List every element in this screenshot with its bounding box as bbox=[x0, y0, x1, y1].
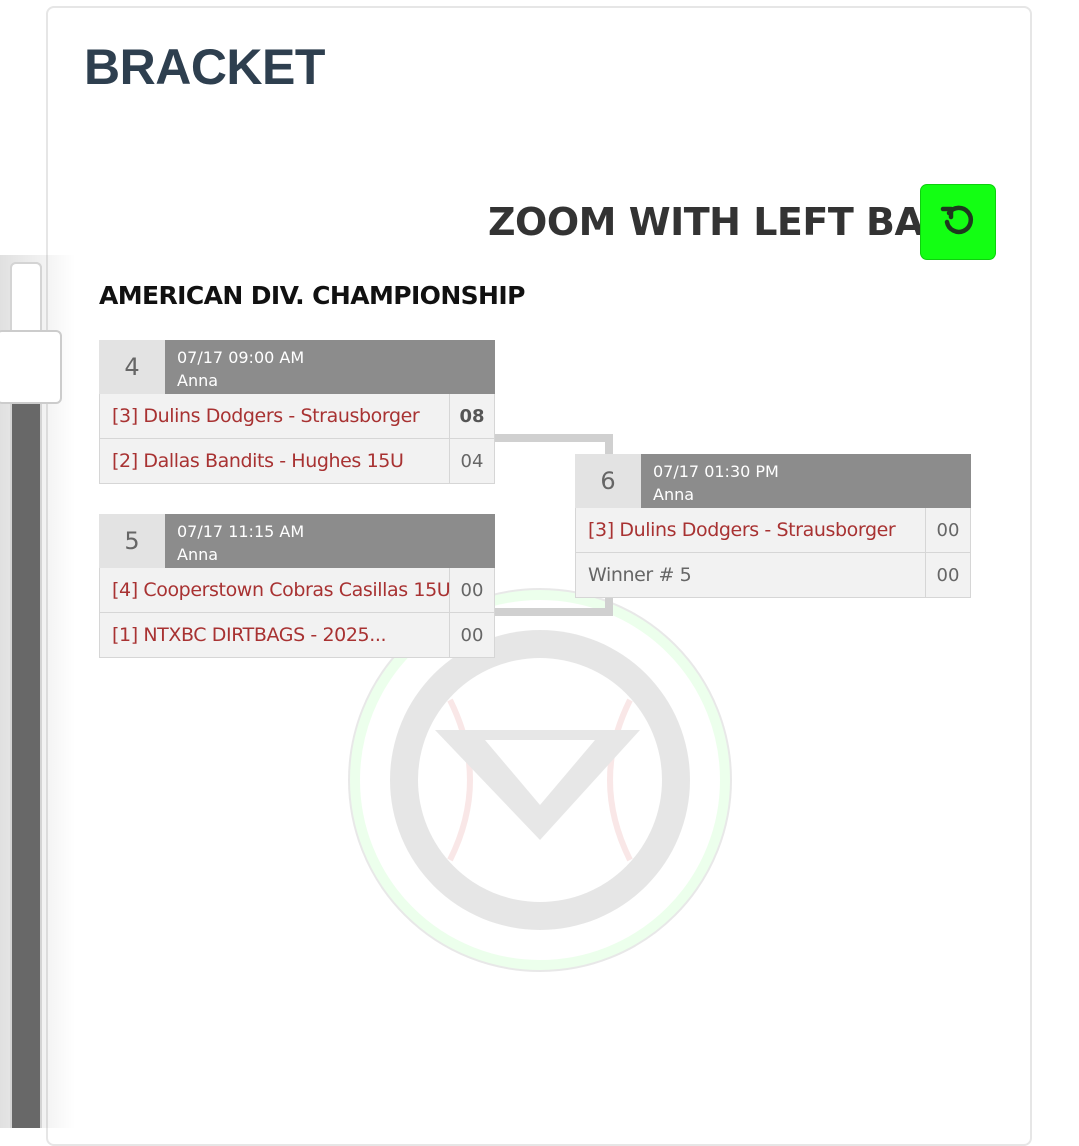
match-header: 6 07/17 01:30 PM Anna bbox=[575, 454, 971, 508]
team-row: [2] Dallas Bandits - Hughes 15U 04 bbox=[99, 439, 495, 484]
team-row: [3] Dulins Dodgers - Strausborger 00 bbox=[575, 508, 971, 553]
team-link[interactable]: [1] NTXBC DIRTBAGS - 2025... bbox=[100, 613, 449, 657]
team-row: [1] NTXBC DIRTBAGS - 2025... 00 bbox=[99, 613, 495, 658]
match-header: 4 07/17 09:00 AM Anna bbox=[99, 340, 495, 394]
match-number: 4 bbox=[99, 340, 165, 394]
team-link[interactable]: [4] Cooperstown Cobras Casillas 15U bbox=[100, 568, 449, 612]
match-field: Anna bbox=[177, 371, 219, 390]
match-field: Anna bbox=[177, 545, 219, 564]
team-score: 00 bbox=[925, 508, 970, 552]
match-datetime: 07/17 11:15 AM bbox=[177, 522, 305, 541]
match-card: 5 07/17 11:15 AM Anna [4] Cooperstown Co… bbox=[99, 514, 495, 658]
team-score: 08 bbox=[449, 394, 494, 438]
page-title: BRACKET bbox=[84, 39, 325, 95]
team-row: Winner # 5 00 bbox=[575, 553, 971, 598]
match-number: 6 bbox=[575, 454, 641, 508]
team-placeholder: Winner # 5 bbox=[588, 564, 692, 586]
connector bbox=[605, 434, 613, 456]
team-row: [3] Dulins Dodgers - Strausborger 08 bbox=[99, 394, 495, 439]
zoom-instruction: ZOOM WITH LEFT BAR bbox=[488, 200, 953, 244]
reset-icon bbox=[938, 200, 978, 245]
team-row: [4] Cooperstown Cobras Casillas 15U 00 bbox=[99, 568, 495, 613]
zoom-slider-track-empty bbox=[10, 262, 42, 332]
connector bbox=[495, 608, 613, 616]
match-datetime: 07/17 09:00 AM bbox=[177, 348, 305, 367]
team-score: 00 bbox=[925, 553, 970, 597]
match-card: 6 07/17 01:30 PM Anna [3] Dulins Dodgers… bbox=[575, 454, 971, 598]
reset-zoom-button[interactable] bbox=[920, 184, 996, 260]
connector bbox=[495, 434, 613, 442]
match-field: Anna bbox=[653, 485, 695, 504]
match-datetime: 07/17 01:30 PM bbox=[653, 462, 779, 481]
match-card: 4 07/17 09:00 AM Anna [3] Dulins Dodgers… bbox=[99, 340, 495, 484]
team-score: 00 bbox=[449, 568, 494, 612]
team-score: 04 bbox=[449, 439, 494, 483]
team-link[interactable]: [2] Dallas Bandits - Hughes 15U bbox=[100, 439, 449, 483]
team-link[interactable]: [3] Dulins Dodgers - Strausborger bbox=[100, 394, 449, 438]
bracket-title: AMERICAN DIV. CHAMPIONSHIP bbox=[99, 281, 525, 310]
match-header: 5 07/17 11:15 AM Anna bbox=[99, 514, 495, 568]
team-score: 00 bbox=[449, 613, 494, 657]
zoom-slider-handle[interactable] bbox=[0, 330, 62, 404]
connector bbox=[605, 596, 613, 616]
team-link[interactable]: [3] Dulins Dodgers - Strausborger bbox=[576, 508, 925, 552]
match-number: 5 bbox=[99, 514, 165, 568]
